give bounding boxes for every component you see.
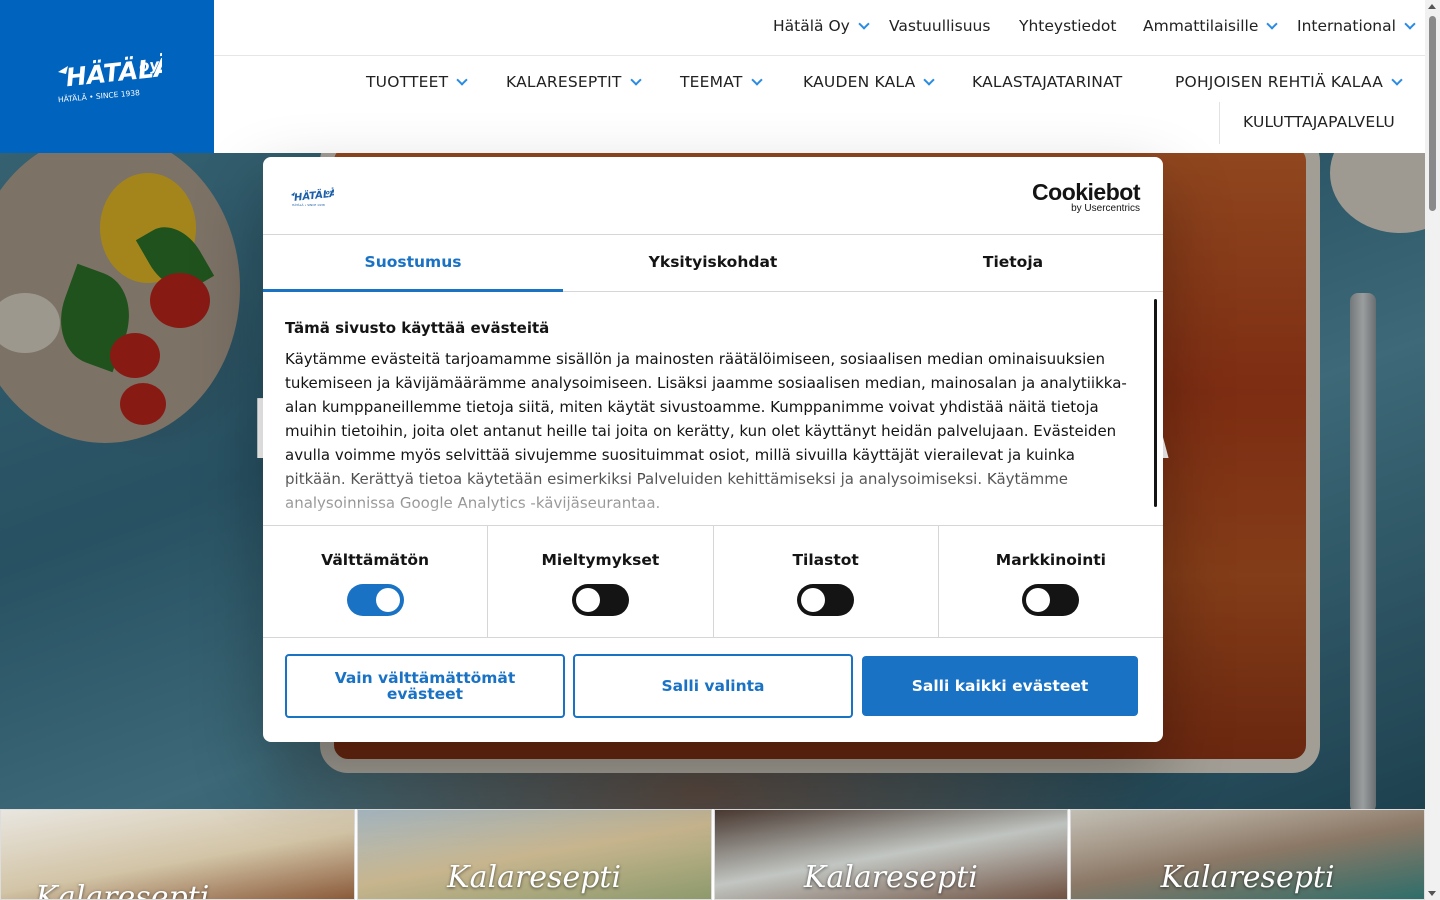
tab-yksityiskohdat[interactable]: Yksityiskohdat [563, 235, 863, 291]
top-navigation: Hätälä Oy Vastuullisuus Yhteystiedot Amm… [214, 0, 1426, 56]
card-label: Kalaresepti [1160, 860, 1335, 895]
recipe-card[interactable]: Kalaresepti [1070, 809, 1425, 900]
toggle-knob [575, 588, 600, 612]
topnav-label: Hätälä Oy [773, 17, 850, 35]
mainnav-item-kalareseptit[interactable]: KALARESEPTIT [506, 73, 642, 91]
preferences-toggle[interactable] [571, 584, 629, 616]
toggle-cell-marketing: Markkinointi [939, 526, 1163, 637]
mainnav-item-pohjoisen-rehtia-kalaa[interactable]: POHJOISEN REHTIÄ KALAA [1175, 73, 1403, 91]
tab-tietoja[interactable]: Tietoja [863, 235, 1163, 291]
topnav-item-vastuullisuus[interactable]: Vastuullisuus [889, 17, 990, 35]
chevron-down-icon [923, 73, 936, 86]
marketing-toggle[interactable] [1022, 584, 1080, 616]
chevron-down-icon [1266, 17, 1279, 30]
svg-text:oy: oy [325, 189, 334, 197]
dialog-body-scrollbar[interactable] [1154, 299, 1157, 507]
hatala-logo-icon: HÄTÄLÄ oy HÄTÄLÄ • SINCE 1938 [58, 51, 162, 104]
card-label: Kalaresepti [447, 860, 622, 895]
body-fade [263, 457, 1143, 527]
dialog-brand-logo-icon: HÄTÄLÄ oy HÄTÄLÄ • SINCE 1938 [290, 183, 338, 213]
scroll-thumb[interactable] [1429, 16, 1436, 211]
nav-divider [1219, 102, 1220, 144]
topnav-item-international[interactable]: International [1297, 17, 1416, 35]
chevron-down-icon [858, 17, 870, 30]
tab-suostumus[interactable]: Suostumus [263, 235, 563, 292]
mainnav-label: TEEMAT [680, 73, 743, 91]
mainnav-label: KALASTAJATARINAT [972, 73, 1123, 91]
svg-text:HÄTÄLÄ • SINCE 1938: HÄTÄLÄ • SINCE 1938 [292, 202, 325, 207]
mainnav-item-kauden-kala[interactable]: KAUDEN KALA [803, 73, 936, 91]
topnav-label: Vastuullisuus [889, 17, 991, 35]
toggle-cell-necessary: Välttämätön [263, 526, 489, 637]
topnav-item-yhteystiedot[interactable]: Yhteystiedot [1019, 17, 1116, 35]
mainnav-item-kuluttajapalvelu[interactable]: KULUTTAJAPALVELU [1243, 113, 1395, 131]
allow-all-button[interactable]: Salli kaikki evästeet [862, 656, 1138, 716]
toggle-cell-preferences: Mieltymykset [488, 526, 714, 637]
recipe-card[interactable]: Kalaresepti [713, 809, 1069, 900]
chevron-down-icon [750, 73, 763, 86]
card-label: Kalaresepti [803, 860, 978, 895]
necessary-only-button[interactable]: Vain välttämättömät evästeet [285, 654, 565, 718]
toggle-knob [375, 588, 400, 612]
page-scrollbar[interactable] [1425, 0, 1440, 900]
chevron-down-icon [1404, 17, 1416, 30]
hatala-logo-small-icon: HÄTÄLÄ oy HÄTÄLÄ • SINCE 1938 [291, 185, 338, 207]
site-logo[interactable]: HÄTÄLÄ oy HÄTÄLÄ • SINCE 1938 [0, 0, 214, 153]
cookiebot-logo[interactable]: Cookiebot by Usercentrics [1032, 181, 1140, 215]
mainnav-item-kalastajatarinat[interactable]: KALASTAJATARINAT [972, 73, 1122, 91]
toggle-label: Välttämätön [321, 551, 430, 569]
consent-toggles: Välttämätön Mieltymykset Tilastot Markki… [263, 525, 1163, 638]
mainnav-label: KAUDEN KALA [803, 73, 916, 91]
topnav-item-hatala-oy[interactable]: Hätälä Oy [773, 17, 870, 35]
topnav-label: Yhteystiedot [1019, 17, 1117, 35]
toggle-cell-statistics: Tilastot [714, 526, 939, 637]
mainnav-label: KULUTTAJAPALVELU [1243, 113, 1395, 131]
card-label: Kalaresepti [35, 880, 210, 900]
topnav-label: International [1297, 17, 1396, 35]
dialog-body-title: Tämä sivusto käyttää evästeitä [285, 319, 550, 337]
chevron-down-icon [629, 73, 642, 86]
dialog-header: HÄTÄLÄ oy HÄTÄLÄ • SINCE 1938 Cookiebot … [263, 157, 1163, 235]
cookiebot-name: Cookiebot [1032, 179, 1140, 205]
site-header: Hätälä Oy Vastuullisuus Yhteystiedot Amm… [214, 0, 1426, 153]
allow-selection-button[interactable]: Salli valinta [573, 654, 853, 718]
toggle-knob [801, 588, 826, 612]
mainnav-label: TUOTTEET [366, 73, 449, 91]
dialog-buttons: Vain välttämättömät evästeet Salli valin… [285, 654, 1138, 718]
scroll-up-icon[interactable] [1428, 4, 1436, 9]
chevron-down-icon [1391, 73, 1403, 86]
toggle-label: Markkinointi [995, 551, 1106, 569]
topnav-label: Ammattilaisille [1143, 17, 1259, 35]
scroll-down-icon[interactable] [1428, 891, 1436, 896]
toggle-label: Mieltymykset [541, 551, 660, 569]
mainnav-item-teemat[interactable]: TEEMAT [680, 73, 763, 91]
topnav-item-ammattilaisille[interactable]: Ammattilaisille [1143, 17, 1279, 35]
svg-text:oy: oy [138, 55, 161, 75]
toggle-label: Tilastot [792, 551, 859, 569]
dialog-tabs: Suostumus Yksityiskohdat Tietoja [263, 235, 1163, 292]
toggle-knob [1026, 588, 1051, 612]
cookie-consent-dialog: HÄTÄLÄ oy HÄTÄLÄ • SINCE 1938 Cookiebot … [263, 157, 1163, 742]
mainnav-label: POHJOISEN REHTIÄ KALAA [1175, 73, 1384, 91]
recipe-cards: Kalaresepti Kalaresepti Kalaresepti Kala… [0, 809, 1425, 900]
recipe-card[interactable]: Kalaresepti [356, 809, 712, 900]
mainnav-item-tuotteet[interactable]: TUOTTEET [366, 73, 469, 91]
mainnav-label: KALARESEPTIT [506, 73, 622, 91]
statistics-toggle[interactable] [797, 584, 855, 616]
chevron-down-icon [456, 73, 469, 86]
necessary-toggle[interactable] [346, 584, 404, 616]
recipe-card[interactable]: Kalaresepti [0, 809, 355, 900]
